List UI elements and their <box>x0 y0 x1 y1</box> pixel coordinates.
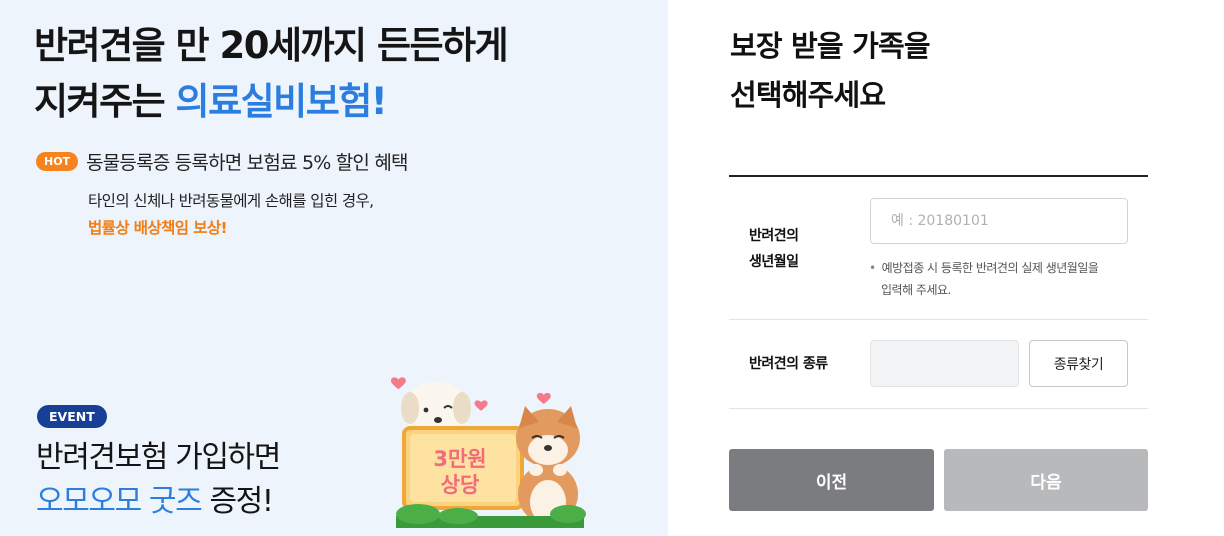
promo-banner: 반려견을 만 20세까지 든든하게 지켜주는 의료실비보험! HOT 동물등록증… <box>0 0 668 536</box>
sign-text-line2: 상당 <box>441 473 480 497</box>
heart-icon <box>536 392 551 404</box>
hot-benefit-text: 동물등록증 등록하면 보험료 5% 할인 혜택 <box>86 152 408 174</box>
bullet-icon: • <box>869 261 876 275</box>
prev-button[interactable]: 이전 <box>729 449 934 511</box>
breed-label: 반려견의 종류 <box>749 356 828 372</box>
desc-line2: 법률상 배상책임 보상! <box>88 219 228 237</box>
event-line1: 반려견보험 가입하면 <box>36 440 281 475</box>
hot-benefit: HOT 동물등록증 등록하면 보험료 5% 할인 혜택 <box>36 148 408 175</box>
sign-text-line1: 3만원 <box>433 447 486 471</box>
birth-hint: • 예방접종 시 등록한 반려견의 실제 생년월일을 입력해 주세요. <box>869 257 1099 301</box>
desc-line1: 타인의 신체나 반려동물에게 손해를 입힌 경우, <box>88 192 374 210</box>
birth-label: 반려견의 생년월일 <box>749 223 799 275</box>
pet-info-form: 보장 받을 가족을 선택해주세요 반려견의 생년월일 • 예방접종 시 등록한 반… <box>668 0 1224 536</box>
birth-label-line2: 생년월일 <box>749 254 799 270</box>
event-accent: 오모오모 굿즈 <box>36 484 203 519</box>
promo-headline: 반려견을 만 20세까지 든든하게 지켜주는 의료실비보험! <box>34 18 509 130</box>
event-line2: 오모오모 굿즈 증정! <box>36 480 280 524</box>
row-divider <box>729 408 1148 409</box>
headline-line2: 지켜주는 의료실비보험! <box>34 74 507 130</box>
form-top-divider <box>729 175 1148 177</box>
birth-hint-line2: 입력해 주세요. <box>881 283 951 297</box>
event-line2-suffix: 증정! <box>201 484 273 519</box>
heart-icon <box>474 400 488 411</box>
form-title-line2: 선택해주세요 <box>730 78 886 112</box>
headline-line2-prefix: 지켜주는 <box>34 80 176 123</box>
find-breed-button[interactable]: 종류찾기 <box>1029 340 1128 387</box>
birth-label-line1: 반려견의 <box>749 228 799 244</box>
birth-date-input[interactable] <box>870 198 1128 244</box>
headline-line1: 반려견을 만 20세까지 든든하게 <box>34 24 509 67</box>
row-divider <box>729 319 1148 320</box>
next-button[interactable]: 다음 <box>944 449 1148 511</box>
form-title: 보장 받을 가족을 선택해주세요 <box>730 22 931 120</box>
event-text: 반려견보험 가입하면 오모오모 굿즈 증정! <box>36 436 281 524</box>
form-title-line1: 보장 받을 가족을 <box>730 29 931 63</box>
breed-field[interactable] <box>870 340 1019 387</box>
event-badge: EVENT <box>37 405 107 428</box>
hot-badge: HOT <box>36 152 79 171</box>
liability-description: 타인의 신체나 반려동물에게 손해를 입힌 경우, 법률상 배상책임 보상! <box>88 188 374 242</box>
birth-hint-line1: 예방접종 시 등록한 반려견의 실제 생년월일을 <box>881 261 1099 275</box>
headline-accent: 의료실비보험! <box>175 80 388 123</box>
heart-icon <box>390 377 406 390</box>
dog-illustration: 3만원 상당 <box>390 377 586 528</box>
page: 반려견을 만 20세까지 든든하게 지켜주는 의료실비보험! HOT 동물등록증… <box>0 0 1224 536</box>
